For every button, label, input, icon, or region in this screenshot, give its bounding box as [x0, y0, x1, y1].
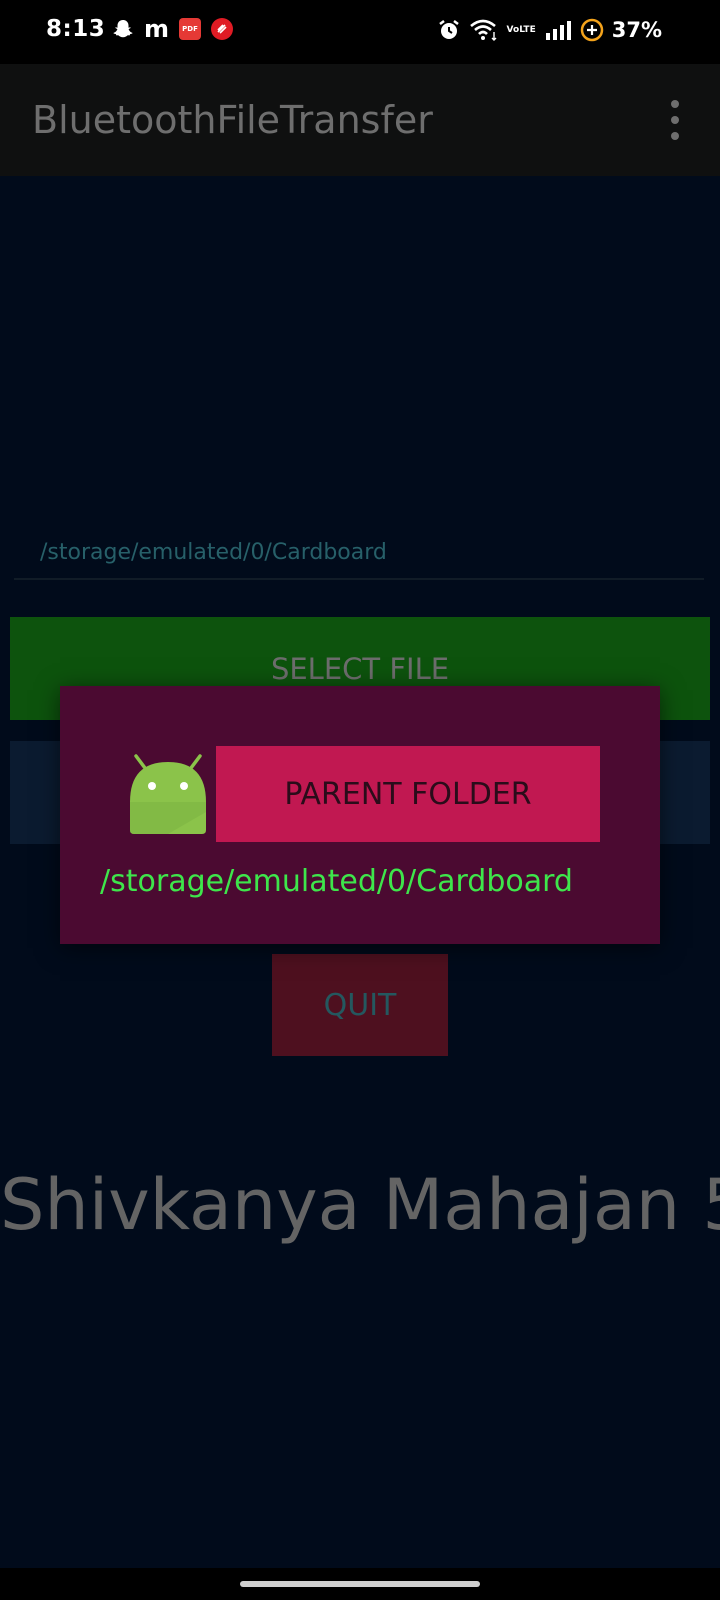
wifi-icon [469, 18, 499, 42]
menu-dot [671, 132, 679, 140]
status-bar: 8:13 m PDF Vo LTE 37% [0, 0, 720, 64]
current-path-label: /storage/emulated/0/Cardboard [100, 864, 573, 899]
status-time: 8:13 [46, 16, 106, 42]
snapchat-icon [112, 18, 134, 40]
author-label: Shivkanya Mahajan 58 [0, 1164, 720, 1246]
file-chooser-dialog: PARENT FOLDER /storage/emulated/0/Cardbo… [60, 686, 660, 944]
battery-saver-icon [580, 18, 604, 42]
pdf-icon: PDF [179, 18, 202, 40]
system-icons: Vo LTE 37% [437, 18, 662, 42]
battery-percent: 37% [611, 18, 662, 42]
notification-icons: m PDF [112, 15, 234, 43]
home-gesture-handle[interactable] [240, 1581, 480, 1587]
app-title: BluetoothFileTransfer [32, 98, 433, 142]
menu-dot [671, 116, 679, 124]
path-input[interactable]: /storage/emulated/0/Cardboard [14, 528, 704, 580]
signal-icon [544, 19, 572, 41]
volte-icon: Vo LTE [507, 25, 536, 35]
volte-top-label: Vo [506, 25, 520, 35]
alarm-icon [437, 18, 461, 42]
quit-button[interactable]: QUIT [272, 954, 448, 1056]
menu-dot [671, 100, 679, 108]
red-app-icon [211, 18, 234, 40]
parent-folder-button[interactable]: PARENT FOLDER [216, 746, 600, 842]
app-screen: 8:13 m PDF Vo LTE 37% BluetoothFileTrans… [0, 0, 720, 1600]
android-icon [128, 752, 208, 834]
m-app-icon: m [144, 15, 170, 43]
overflow-menu-icon[interactable] [670, 100, 680, 140]
volte-bottom-label: LTE [519, 25, 536, 35]
app-bar: BluetoothFileTransfer [0, 64, 720, 176]
